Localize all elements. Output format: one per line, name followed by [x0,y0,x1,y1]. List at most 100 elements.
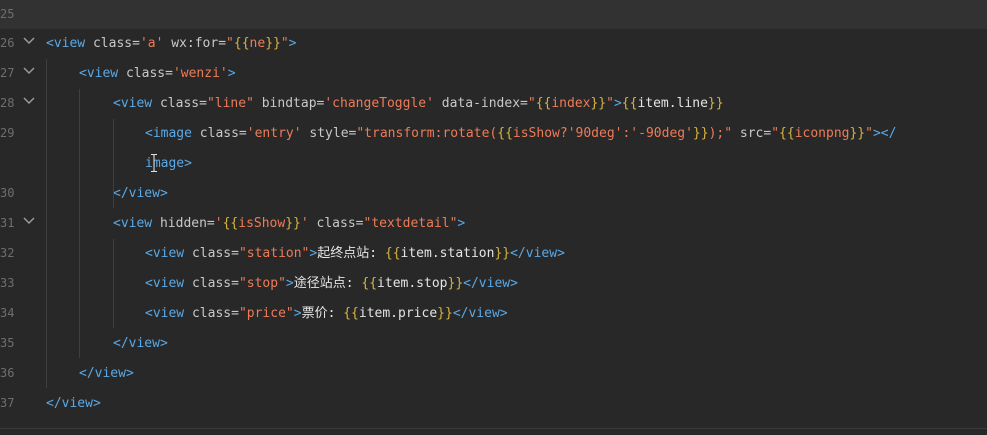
code-line[interactable]: 30 </view> [0,179,987,209]
code-token: > [613,96,622,111]
code-text: <image class='entry' style="transform:ro… [145,126,896,142]
chevron-down-icon[interactable] [22,64,36,78]
code-token: > [227,66,236,81]
line-number: 31 [0,216,14,230]
chevron-down-icon[interactable] [22,94,36,108]
line-number: 36 [0,366,14,380]
code-token: </view> [463,276,518,291]
line-number: 34 [0,306,14,320]
code-line[interactable]: 26 <view class='a' wx:for="{{ne}}"> [0,29,987,59]
code-token: class= [152,96,207,111]
code-line[interactable]: 37 </view> [0,389,987,419]
code-token: </view> [510,246,565,261]
code-token: }} [707,96,724,111]
code-token: }} [494,246,511,261]
code-token: <view [113,216,153,231]
code-token: 'a' [139,36,164,51]
code-token: "station" [238,246,310,261]
code-token: wx:for= [163,36,227,51]
code-token: ></ [872,126,897,141]
code-token: "textdetail" [363,216,458,231]
code-text: <view class="station">起终点站: {{item.stati… [145,246,565,262]
code-text: </view> [113,186,168,202]
code-line[interactable]: 25 [0,0,987,29]
code-token: "transform:rotate( [356,126,498,141]
code-line[interactable]: 33 <view class="stop">途径站点: {{item.stop}}… [0,269,987,299]
code-line[interactable]: 27 <view class='wenzi'> [0,59,987,89]
code-token: 'wenzi' [172,66,228,81]
code-token: "stop" [238,276,286,291]
code-token: 'changeToggle' [324,96,434,111]
code-line[interactable]: 31 <view hidden='{{isShow}}' class="textd… [0,209,987,239]
code-token: > [288,36,297,51]
code-text: <view class='wenzi'> [79,66,236,82]
code-token: " [771,126,780,141]
line-number: 25 [0,7,14,21]
code-token: item.line [637,96,708,111]
code-text: <view class="line" bindtap='changeToggle… [113,96,724,112]
code-text: <view hidden='{{isShow}}' class="textdet… [113,216,465,232]
code-token: </view> [452,306,508,321]
code-token: 'entry' [246,126,302,141]
code-token: " [280,36,289,51]
code-token: ne [249,36,266,51]
code-token: isShow [238,216,286,231]
line-number: 26 [0,36,14,50]
code-token: </view> [79,366,134,381]
code-token: <view [46,36,86,51]
line-number: 27 [0,66,14,80]
code-token: " [226,36,234,51]
code-token: > [293,306,302,321]
code-token: class= [184,246,239,261]
code-line[interactable]: 32 <view class="station">起终点站: {{item.sta… [0,239,987,269]
code-token: <view [145,306,185,321]
code-token: </view> [113,186,168,201]
code-line[interactable]: 35 </view> [0,329,987,359]
code-token: item.station [400,246,495,261]
code-token: );" [708,126,733,141]
code-token: iconpng [794,126,850,141]
code-token: }} [285,216,301,231]
code-token: 起终点站: [317,246,385,261]
code-token: index [551,96,591,111]
code-token: }} [849,126,866,141]
code-editor[interactable]: 25 26 <view class='a' wx:for="{{ne}}"> 27 <v… [0,0,987,435]
code-token: > [457,216,466,231]
code-token: {{ [535,96,552,111]
code-token: <view [145,246,185,261]
code-token: <view [113,96,153,111]
line-number: 33 [0,276,14,290]
line-number: 28 [0,96,14,110]
chevron-down-icon[interactable] [22,34,36,48]
chevron-down-icon[interactable] [22,214,36,228]
code-text: <view class='a' wx:for="{{ne}}"> [46,36,297,52]
code-token: data-index= [433,96,528,111]
code-token: </view> [113,336,168,351]
line-number: 30 [0,186,14,200]
code-token: }} [590,96,607,111]
code-token: {{ [222,216,239,231]
code-token: class= [118,66,173,81]
code-text: </view> [113,336,168,352]
code-text: <view class="price">票价: {{item.price}}</… [145,306,508,322]
code-token: ' [214,216,223,231]
code-token: class= [184,276,239,291]
editor-bottom-border [0,428,987,429]
code-token: 票价: [301,306,344,321]
line-number: 35 [0,336,14,350]
code-token: 途径站点: [293,276,362,291]
code-token: > [285,276,294,291]
code-line[interactable]: 29 <image class='entry' style="transform:… [0,119,987,149]
code-token: class= [184,306,239,321]
code-line[interactable]: 34 <view class="price">票价: {{item.price}}… [0,299,987,329]
code-token: class= [308,216,364,231]
code-token: {{ [343,306,359,321]
code-line[interactable]: 28 <view class="line" bindtap='changeTogg… [0,89,987,119]
code-token: bindtap= [253,96,325,111]
code-token: {{ [384,246,401,261]
code-line[interactable]: image> [0,149,987,179]
code-token: " [527,96,536,111]
code-token: isShow?'90deg':'-90deg' [512,126,693,141]
code-token: hidden= [152,216,215,231]
code-line[interactable]: 36 </view> [0,359,987,389]
